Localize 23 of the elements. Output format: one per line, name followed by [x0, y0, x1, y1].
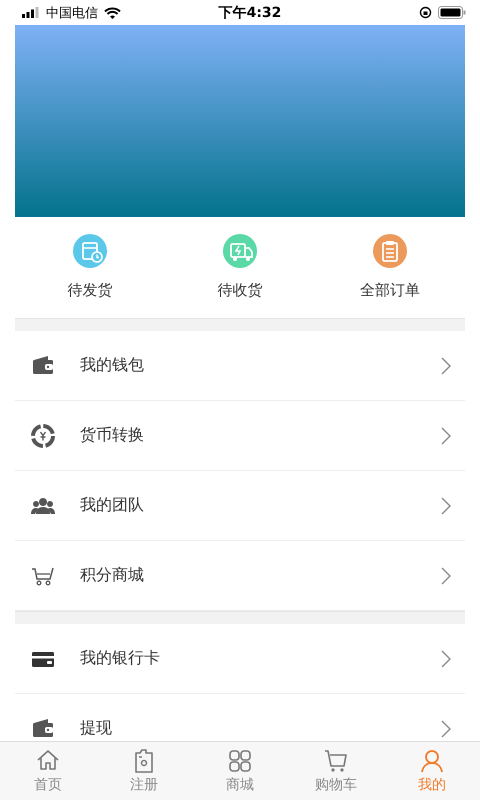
status-time: 下午4:32 [218, 4, 282, 22]
chevron-icon [441, 650, 451, 668]
menu-item[interactable]: 我的钱包 [15, 331, 465, 401]
rotation-lock-icon [419, 6, 432, 19]
signal-icon [22, 7, 40, 18]
grid-icon [227, 748, 253, 774]
carrier-name: 中国电信 [46, 4, 98, 22]
order-button[interactable]: 待发货 [30, 233, 150, 300]
menu-item[interactable]: 我的团队 [15, 471, 465, 541]
cart-icon [323, 748, 349, 774]
chevron-icon [441, 496, 451, 514]
chevron-icon [441, 356, 451, 374]
order-button[interactable]: 待收货 [180, 233, 300, 300]
currency-icon [31, 424, 55, 448]
chevron-icon [441, 720, 451, 738]
battery-icon [438, 6, 466, 19]
chevron-icon [441, 566, 451, 584]
menu-item[interactable]: 货币转换 [15, 401, 465, 471]
user-icon [419, 748, 445, 774]
order-button[interactable]: 全部订单 [330, 233, 450, 300]
wifi-icon [104, 6, 121, 18]
menu-item[interactable]: 我的银行卡 [15, 624, 465, 694]
chevron-icon [441, 426, 451, 444]
